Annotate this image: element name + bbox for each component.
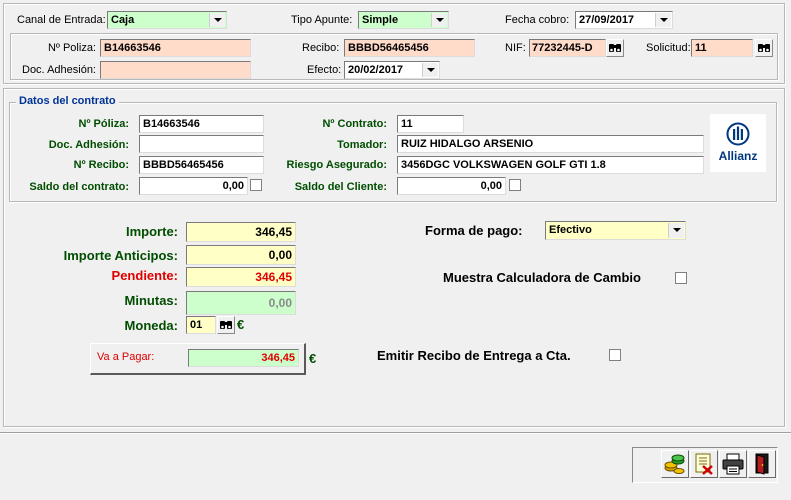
saldo-cliente-checkbox[interactable] <box>509 179 521 191</box>
canal-entrada-value: Caja <box>111 14 135 26</box>
moneda-input[interactable]: 01 <box>186 316 216 334</box>
chevron-down-icon[interactable] <box>431 13 447 27</box>
contrato-numero-input[interactable]: 11 <box>397 115 464 133</box>
contrato-recibo-input[interactable]: BBBD56465456 <box>139 156 264 174</box>
efecto-picker[interactable]: 20/02/2017 <box>344 61 440 79</box>
efecto-value: 20/02/2017 <box>348 64 404 76</box>
fecha-cobro-label: Fecha cobro: <box>505 14 570 26</box>
emitir-recibo-checkbox[interactable] <box>609 349 621 361</box>
emitir-recibo-label: Emitir Recibo de Entrega a Cta. <box>377 348 571 363</box>
coins-button[interactable] <box>661 450 689 478</box>
action-toolbar <box>632 447 778 483</box>
header-doc-adhesion-label: Doc. Adhesión: <box>22 64 96 76</box>
contrato-numero-label: Nº Contrato: <box>322 118 387 130</box>
allianz-logo: Allianz <box>710 114 766 172</box>
nif-label: NIF: <box>505 42 526 54</box>
header-poliza-input[interactable]: B14663546 <box>100 39 251 57</box>
fecha-cobro-value: 27/09/2017 <box>579 14 635 26</box>
saldo-cliente-input[interactable]: 0,00 <box>397 177 506 195</box>
contrato-poliza-label: Nº Póliza: <box>78 118 129 130</box>
allianz-logo-text: Allianz <box>718 149 758 163</box>
chevron-down-icon[interactable] <box>655 13 671 27</box>
chevron-down-icon[interactable] <box>209 13 225 27</box>
moneda-euro-symbol: € <box>237 317 245 332</box>
allianz-eagle-icon <box>726 122 750 146</box>
forma-pago-value: Efectivo <box>549 224 592 236</box>
va-a-pagar-box: Va a Pagar: 346,45 <box>90 343 306 375</box>
riesgo-asegurado-label: Riesgo Asegurado: <box>286 159 387 171</box>
cancel-document-button[interactable] <box>690 450 718 478</box>
nif-search-binoculars-icon[interactable] <box>606 39 624 57</box>
tipo-apunte-select[interactable]: Simple <box>358 11 449 29</box>
va-a-pagar-label: Va a Pagar: <box>97 351 155 363</box>
efecto-label: Efecto: <box>307 64 342 76</box>
saldo-cliente-label: Saldo del Cliente: <box>294 181 387 193</box>
va-a-pagar-euro-symbol: € <box>309 351 317 366</box>
forma-pago-label: Forma de pago: <box>425 223 523 238</box>
chevron-down-icon[interactable] <box>422 63 438 77</box>
forma-pago-select[interactable]: Efectivo <box>545 221 686 240</box>
pendiente-label: Pendiente: <box>111 268 178 283</box>
header-recibo-input[interactable]: BBBD56465456 <box>344 39 475 57</box>
solicitud-label: Solicitud: <box>646 42 691 54</box>
header-poliza-label: Nº Poliza: <box>47 42 96 54</box>
solicitud-search-binoculars-icon[interactable] <box>755 39 773 57</box>
fecha-cobro-picker[interactable]: 27/09/2017 <box>575 11 673 29</box>
exit-button[interactable] <box>748 450 776 478</box>
importe-anticipos-label: Importe Anticipos: <box>63 248 178 263</box>
moneda-search-binoculars-icon[interactable] <box>217 316 235 334</box>
pendiente-input[interactable]: 346,45 <box>186 267 296 287</box>
canal-entrada-select[interactable]: Caja <box>107 11 227 29</box>
contrato-doc-adhesion-label: Doc. Adhesión: <box>48 139 129 151</box>
contrato-recibo-label: Nº Recibo: <box>73 159 129 171</box>
header-doc-adhesion-input[interactable] <box>100 61 251 79</box>
importe-input[interactable]: 346,45 <box>186 222 296 242</box>
header-recibo-label: Recibo: <box>302 42 340 54</box>
tomador-label: Tomador: <box>337 139 387 151</box>
print-button[interactable] <box>719 450 747 478</box>
tipo-apunte-label: Tipo Apunte: <box>291 14 353 26</box>
calculadora-cambio-label: Muestra Calculadora de Cambio <box>443 270 641 285</box>
saldo-contrato-label: Saldo del contrato: <box>29 181 129 193</box>
minutas-label: Minutas: <box>124 293 178 308</box>
riesgo-asegurado-input[interactable]: 3456DGC VOLKSWAGEN GOLF GTI 1.8 <box>397 156 704 174</box>
va-a-pagar-input[interactable]: 346,45 <box>188 349 299 367</box>
solicitud-input[interactable]: 11 <box>691 39 753 57</box>
contrato-poliza-input[interactable]: B14663546 <box>139 115 264 133</box>
tomador-input[interactable]: RUIZ HIDALGO ARSENIO <box>397 135 704 153</box>
contrato-group-title: Datos del contrato <box>16 95 119 108</box>
importe-label: Importe: <box>126 224 178 239</box>
printer-icon <box>722 453 744 475</box>
saldo-contrato-input[interactable]: 0,00 <box>139 177 248 195</box>
tipo-apunte-value: Simple <box>362 14 399 26</box>
coins-icon <box>664 454 685 474</box>
minutas-input[interactable]: 0,00 <box>186 291 296 315</box>
moneda-label: Moneda: <box>124 318 178 333</box>
canal-entrada-label: Canal de Entrada: <box>17 14 106 26</box>
cancel-document-icon <box>695 453 713 475</box>
exit-door-icon <box>755 453 769 475</box>
bottom-separator <box>0 432 791 434</box>
contrato-doc-adhesion-input[interactable] <box>139 135 264 153</box>
nif-input[interactable]: 77232445-D <box>529 39 606 57</box>
saldo-contrato-checkbox[interactable] <box>250 179 262 191</box>
calculadora-cambio-checkbox[interactable] <box>675 272 687 284</box>
chevron-down-icon[interactable] <box>668 223 684 238</box>
importe-anticipos-input[interactable]: 0,00 <box>186 245 296 265</box>
